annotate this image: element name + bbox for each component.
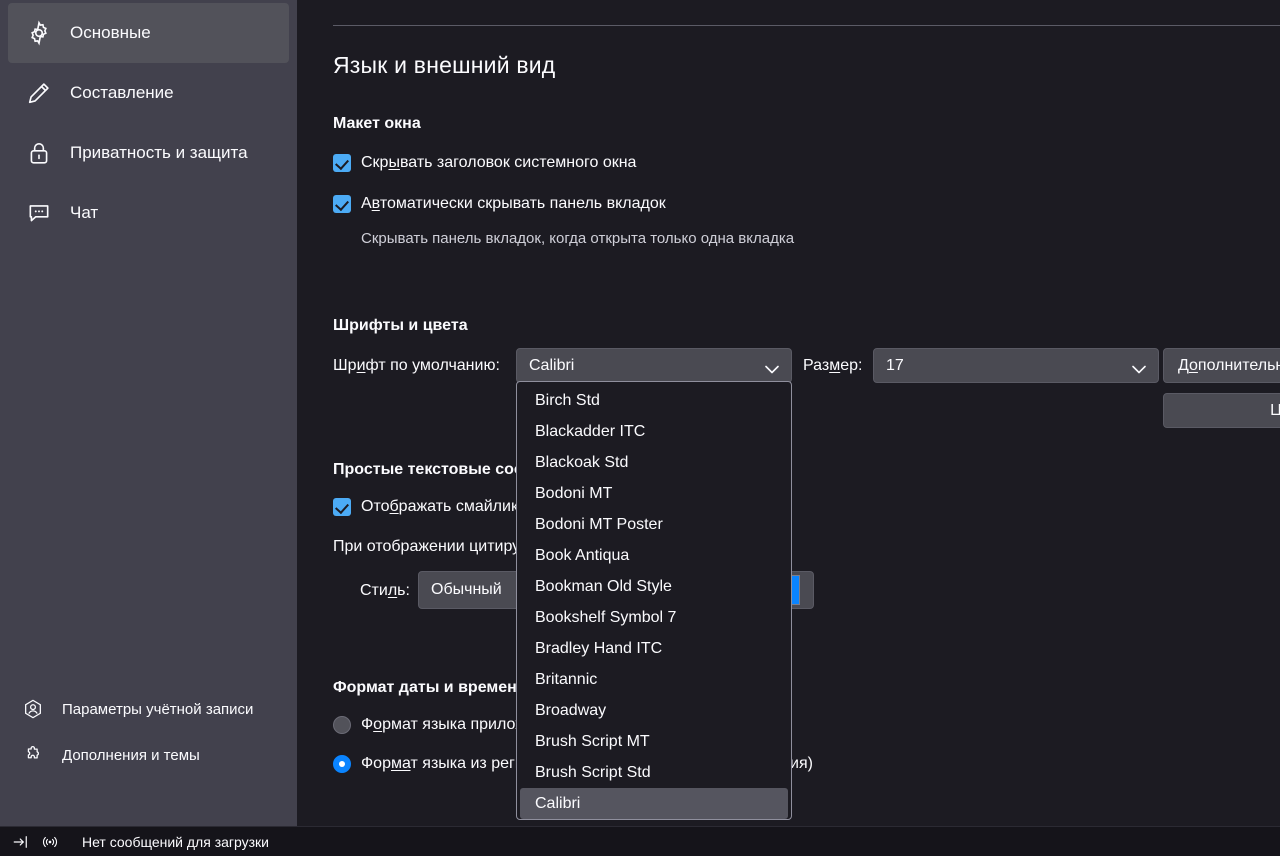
section-heading-date-time: Формат даты и времени [333, 679, 527, 696]
chevron-down-icon [765, 361, 779, 374]
chevron-down-icon [1132, 361, 1146, 374]
status-message: Нет сообщений для загрузки [82, 833, 270, 850]
lock-icon [26, 138, 60, 168]
sidebar-item-general[interactable]: Основные [8, 3, 289, 63]
quote-style-label: Стиль: [360, 582, 410, 599]
section-heading-fonts-colors: Шрифты и цвета [333, 317, 468, 334]
sidebar-item-label: Дополнения и темы [62, 746, 200, 764]
section-heading-window-layout: Макет окна [333, 115, 421, 132]
dropdown-option[interactable]: Broadway [517, 695, 791, 726]
dropdown-option[interactable]: Bodoni MT [517, 478, 791, 509]
page-title: Язык и внешний вид [333, 52, 556, 78]
sidebar-item-account-settings[interactable]: Параметры учётной записи [8, 686, 289, 732]
dropdown-option[interactable]: Blackoak Std [517, 447, 791, 478]
dropdown-option[interactable]: Brush Script Std [517, 757, 791, 788]
advanced-fonts-button[interactable]: Дополнительно... [1163, 348, 1280, 383]
dropdown-option[interactable]: Book Antiqua [517, 540, 791, 571]
font-size-label: Размер: [803, 357, 863, 374]
dropdown-option[interactable]: Brush Script MT [517, 726, 791, 757]
sidebar-item-label: Приватность и защита [70, 143, 248, 162]
checkbox-label: Скрывать заголовок системного окна [361, 154, 637, 171]
account-icon [22, 697, 52, 721]
checkbox-label: Автоматически скрывать панель вкладок [361, 195, 666, 212]
checkbox-icon[interactable] [333, 195, 351, 213]
sidebar-item-addons-themes[interactable]: Дополнения и темы [8, 732, 289, 778]
autohide-tabbar-note: Скрывать панель вкладок, когда открыта т… [361, 230, 795, 247]
default-font-value: Calibri [529, 356, 575, 374]
sidebar-item-label: Параметры учётной записи [62, 700, 254, 718]
sidebar-item-label: Составление [70, 83, 174, 102]
checkbox-hide-system-titlebar[interactable]: Скрывать заголовок системного окна [333, 154, 636, 172]
sidebar-bottom-group: Параметры учётной записи Дополнения и те… [0, 686, 297, 778]
checkbox-icon[interactable] [333, 154, 351, 172]
sidebar-item-label: Основные [70, 23, 151, 42]
sidebar-item-label: Чат [70, 203, 99, 222]
puzzle-piece-icon [22, 743, 52, 767]
dropdown-option[interactable]: Blackadder ITC [517, 416, 791, 447]
sidebar-item-chat[interactable]: Чат [8, 183, 289, 243]
radio-icon[interactable] [333, 716, 351, 734]
chat-bubble-icon [26, 198, 60, 228]
status-bar: Нет сообщений для загрузки [0, 826, 1280, 856]
collapse-panel-icon[interactable] [12, 833, 30, 851]
settings-window: Основные Составление Приватность и защит… [0, 0, 1280, 856]
dropdown-option[interactable]: Bookshelf Symbol 7 [517, 602, 791, 633]
default-font-select[interactable]: Calibri [516, 348, 792, 383]
sidebar-item-composition[interactable]: Составление [8, 63, 289, 123]
colors-button[interactable]: Цвета... [1163, 393, 1280, 428]
settings-sidebar: Основные Составление Приватность и защит… [0, 0, 297, 826]
dropdown-option[interactable]: Bookman Old Style [517, 571, 791, 602]
sidebar-item-privacy[interactable]: Приватность и защита [8, 123, 289, 183]
default-font-label: Шрифт по умолчанию: [333, 357, 500, 374]
dropdown-option[interactable]: Bodoni MT Poster [517, 509, 791, 540]
header-divider [333, 25, 1280, 26]
gear-icon [26, 18, 60, 48]
font-dropdown-popup[interactable]: Birch Std Blackadder ITC Blackoak Std Bo… [516, 381, 792, 820]
checkbox-autohide-tabbar[interactable]: Автоматически скрывать панель вкладок [333, 195, 666, 213]
pencil-icon [26, 78, 60, 108]
font-size-select[interactable]: 17 [873, 348, 1159, 383]
dropdown-option[interactable]: Bradley Hand ITC [517, 633, 791, 664]
radio-icon[interactable] [333, 755, 351, 773]
dropdown-option[interactable]: Birch Std [517, 385, 791, 416]
connection-activity-icon[interactable] [40, 833, 60, 851]
dropdown-option-selected[interactable]: Calibri [520, 788, 788, 819]
checkbox-icon[interactable] [333, 498, 351, 516]
advanced-fonts-button-label: Дополнительно... [1178, 356, 1280, 374]
dropdown-option[interactable]: Britannic [517, 664, 791, 695]
font-size-value: 17 [886, 356, 904, 374]
colors-button-label: Цвета... [1270, 401, 1280, 419]
